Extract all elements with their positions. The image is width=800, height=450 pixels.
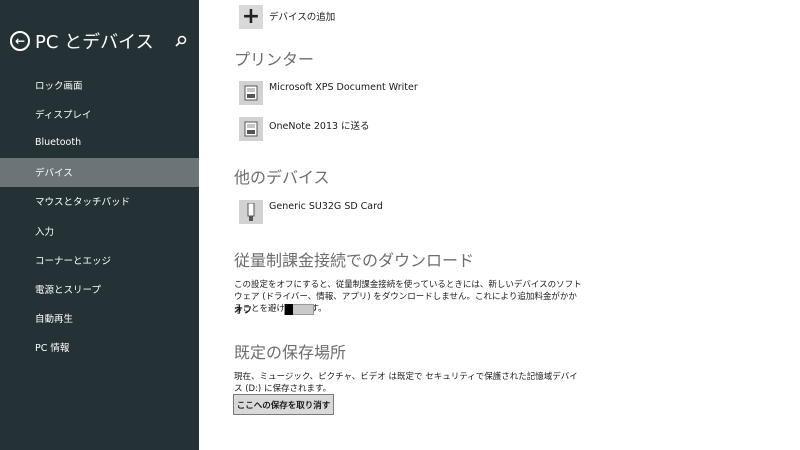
sidebar-item-lock-screen[interactable]: ロック画面 <box>0 70 199 99</box>
main-content: + デバイスの追加 プリンター Microsoft XPS Document W… <box>199 0 800 450</box>
sidebar-item-devices[interactable]: デバイス <box>0 157 199 187</box>
add-device-button[interactable]: + デバイスの追加 <box>239 5 335 29</box>
default-location-heading: 既定の保存場所 <box>234 343 347 362</box>
sidebar-item-bluetooth[interactable]: Bluetooth <box>0 128 199 157</box>
device-label: OneNote 2013 に送る <box>269 121 370 132</box>
sidebar-item-display[interactable]: ディスプレイ <box>0 99 199 128</box>
other-devices-heading: 他のデバイス <box>234 168 330 187</box>
sidebar-item-autoplay[interactable]: 自動再生 <box>0 304 199 333</box>
plus-icon: + <box>239 5 263 29</box>
metered-toggle-row: オフ <box>234 303 314 316</box>
sidebar-item-pc-info[interactable]: PC 情報 <box>0 333 199 362</box>
sidebar: ← PC とデバイス ロック画面 ディスプレイ Bluetooth デバイス マ… <box>0 0 199 450</box>
default-location-description: 現在、ミュージック、ピクチャ、ビデオ は既定で セキュリティで保護された記憶域デ… <box>234 372 578 394</box>
device-onenote[interactable]: OneNote 2013 に送る <box>239 117 370 141</box>
device-label: Generic SU32G SD Card <box>269 201 383 212</box>
search-icon[interactable] <box>175 35 187 47</box>
device-label: Microsoft XPS Document Writer <box>269 82 418 93</box>
printers-heading: プリンター <box>234 50 315 69</box>
usb-drive-icon <box>239 200 263 224</box>
sidebar-item-power-sleep[interactable]: 電源とスリープ <box>0 274 199 303</box>
device-xps-writer[interactable]: Microsoft XPS Document Writer <box>239 81 418 105</box>
toggle-state-label: オフ <box>234 306 253 316</box>
add-device-label: デバイスの追加 <box>269 12 336 23</box>
device-sd-card[interactable]: Generic SU32G SD Card <box>239 200 383 224</box>
sidebar-item-corners-edges[interactable]: コーナーとエッジ <box>0 245 199 274</box>
back-arrow-icon[interactable]: ← <box>10 31 30 51</box>
sidebar-item-mouse-touchpad[interactable]: マウスとタッチパッド <box>0 187 199 216</box>
cancel-save-here-button[interactable]: ここへの保存を取り消す <box>233 394 334 415</box>
metered-heading: 従量制課金接続でのダウンロード <box>234 251 475 270</box>
printer-icon <box>239 117 263 141</box>
sidebar-title: PC とデバイス <box>35 32 154 53</box>
sidebar-nav: ロック画面 ディスプレイ Bluetooth デバイス マウスとタッチパッド 入… <box>0 70 199 362</box>
printer-icon <box>239 81 263 105</box>
sidebar-item-typing[interactable]: 入力 <box>0 216 199 245</box>
toggle-thumb <box>285 304 293 315</box>
metered-download-toggle[interactable] <box>284 304 314 315</box>
